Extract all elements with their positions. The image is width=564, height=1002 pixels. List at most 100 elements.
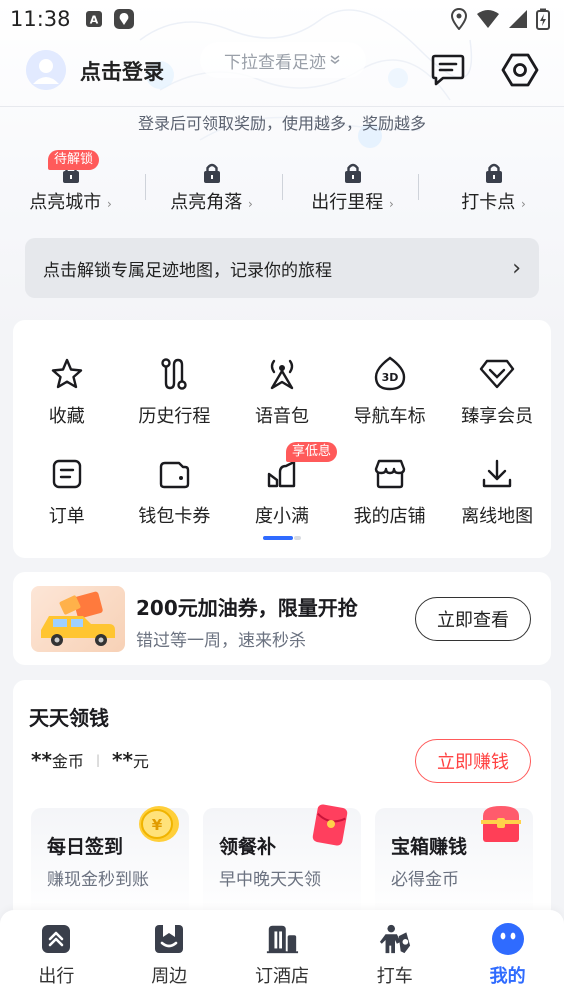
message-icon: [431, 54, 465, 86]
grid-item-label: 离线地图: [461, 506, 534, 527]
tab-travel[interactable]: 出行: [0, 910, 113, 1002]
stat-label: 点亮角落: [170, 192, 243, 213]
tab-mine[interactable]: 我的: [451, 910, 564, 1002]
avatar[interactable]: [26, 50, 66, 90]
gold-coin-icon: ¥: [139, 806, 179, 842]
travel-icon: [42, 925, 71, 953]
grid-item-label: 钱包卡券: [138, 506, 211, 527]
earn-now-button[interactable]: 立即赚钱: [415, 739, 531, 783]
task-daily-checkin[interactable]: 每日签到 赚现金秒到账 ¥: [31, 806, 189, 918]
services-grid: 收藏 历史行程 语音包 3D 导航车标 臻享会员 订单 钱包卡券 度小满 我的店…: [13, 348, 551, 528]
profile-header: 点击登录 下拉查看足迹: [0, 40, 564, 102]
page-dot: [294, 536, 301, 540]
coins-unit: 金币: [51, 752, 84, 771]
coins-value: **: [31, 748, 52, 772]
order-icon: [52, 459, 81, 489]
nearby-icon: [155, 925, 184, 953]
grid-item-my-store[interactable]: 我的店铺: [336, 448, 444, 528]
voice-pack-icon: [270, 359, 294, 390]
hotel-icon: [266, 925, 299, 954]
grid-item-favorites[interactable]: 收藏: [13, 348, 121, 428]
tab-nearby[interactable]: 周边: [113, 910, 226, 1002]
tab-label: 订酒店: [254, 966, 309, 987]
grid-item-label: 我的店铺: [353, 506, 426, 527]
svg-text:A: A: [89, 14, 98, 27]
grid-item-label: 收藏: [48, 406, 85, 427]
fuel-promo-illustration: [31, 586, 125, 652]
page-dot-active: [263, 536, 293, 540]
fuel-truck-icon: [41, 591, 115, 646]
grid-item-label: 订单: [48, 506, 85, 527]
status-bar: 11:38 A: [0, 0, 564, 38]
tab-label: 周边: [151, 966, 188, 987]
grid-item-label: 历史行程: [138, 406, 211, 427]
stat-divider: [418, 174, 419, 200]
stat-divider: [282, 174, 283, 200]
grid-item-label: 度小满: [254, 506, 309, 527]
status-indicators: [450, 8, 550, 30]
profile-icon: [491, 923, 524, 955]
grid-item-car-logo[interactable]: 3D 导航车标: [336, 348, 444, 428]
task-treasure-chest[interactable]: 宝箱赚钱 必得金币: [375, 806, 533, 918]
default-avatar-icon: [26, 50, 66, 90]
unlock-badge: 待解锁: [48, 150, 100, 170]
unlock-footprint-banner[interactable]: 点击解锁专属足迹地图，记录你的旅程 ›: [25, 238, 539, 298]
tab-hotel[interactable]: 订酒店: [226, 910, 339, 1002]
login-link[interactable]: 点击登录: [80, 56, 164, 86]
double-chevron-down-icon: [330, 55, 340, 64]
task-title: 每日签到: [47, 836, 124, 858]
grid-item-voice-pack[interactable]: 语音包: [228, 348, 336, 428]
taxi-icon: [379, 924, 410, 954]
stat-travel-mileage[interactable]: 出行里程 ›: [282, 152, 423, 222]
chevron-right-icon: ›: [520, 197, 526, 211]
earn-title: 天天领钱: [29, 706, 109, 730]
low-interest-badge: 享低息: [286, 442, 338, 462]
grid-item-label: 语音包: [254, 406, 309, 427]
cash-value: **: [111, 748, 133, 772]
message-button[interactable]: [428, 50, 468, 90]
bottom-tab-bar: 出行 周边 订酒店 打车 我的: [0, 910, 564, 1002]
daily-earn-card: 天天领钱 ** 金币 | ** 元 立即赚钱 每日签到 赚现金秒到账 ¥ 领餐补…: [13, 680, 551, 920]
duxiaoman-icon: [267, 460, 296, 488]
unlock-banner-text: 点击解锁专属足迹地图，记录你的旅程: [43, 260, 332, 281]
stat-checkin-points[interactable]: 打卡点 ›: [423, 152, 564, 222]
task-meal-subsidy[interactable]: 领餐补 早中晚天天领: [203, 804, 361, 918]
tab-taxi[interactable]: 打车: [338, 910, 451, 1002]
3d-car-icon: 3D: [374, 356, 405, 391]
grid-item-history[interactable]: 历史行程: [121, 348, 229, 428]
tab-label: 出行: [38, 966, 75, 987]
store-icon: [374, 459, 405, 489]
star-icon: [51, 358, 82, 389]
lock-icon: [203, 163, 220, 183]
balance-divider: |: [95, 753, 100, 767]
services-card: 收藏 历史行程 语音包 3D 导航车标 臻享会员 订单 钱包卡券 度小满 我的店…: [13, 320, 551, 558]
settings-hexagon-icon: [501, 53, 539, 87]
view-now-button[interactable]: 立即查看: [415, 597, 531, 641]
chevron-right-icon: ›: [388, 197, 394, 211]
red-envelope-icon: [312, 804, 348, 846]
page-indicator: [263, 536, 301, 540]
task-subtitle: 早中晚天天领: [219, 870, 321, 890]
text-notification-icon: A: [85, 10, 103, 28]
grid-item-label: 导航车标: [353, 406, 426, 427]
chevron-right-icon: ›: [247, 197, 253, 211]
svg-text:¥: ¥: [152, 816, 163, 834]
stat-divider: [145, 174, 146, 200]
earn-balance: ** 金币 | ** 元: [31, 748, 149, 772]
svg-text:3D: 3D: [381, 371, 398, 384]
login-reward-hint: 登录后可领取奖励，使用越多，奖励越多: [137, 114, 426, 133]
grid-item-offline-map[interactable]: 离线地图: [443, 448, 551, 528]
route-icon: [161, 358, 188, 390]
chevron-right-icon: ›: [106, 197, 112, 211]
stat-lit-corners[interactable]: 点亮角落 ›: [141, 152, 282, 222]
stat-label: 打卡点: [461, 192, 516, 213]
lock-icon: [344, 163, 361, 183]
grid-item-label: 臻享会员: [461, 406, 534, 427]
fuel-coupon-promo[interactable]: 200元加油券，限量开抢 错过等一周，速来秒杀 立即查看: [13, 572, 551, 665]
tab-label: 打车: [376, 966, 413, 987]
pull-footprint-hint[interactable]: 下拉查看足迹: [200, 42, 366, 78]
settings-button[interactable]: [500, 50, 540, 90]
grid-item-membership[interactable]: 臻享会员: [443, 348, 551, 428]
grid-item-wallet[interactable]: 钱包卡券: [121, 448, 229, 528]
grid-item-orders[interactable]: 订单: [13, 448, 121, 528]
